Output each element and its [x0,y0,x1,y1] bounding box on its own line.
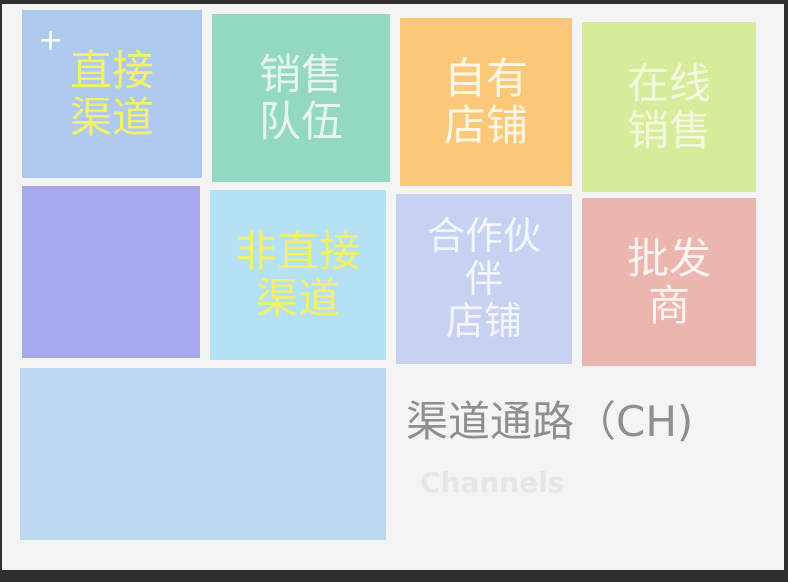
tile-indirect-channel-label: 非直接 渠道 [234,226,361,323]
tile-partner-store-label: 合作伙 伴 店铺 [426,214,541,344]
plus-cursor-icon: + [38,23,64,58]
tile-wholesaler[interactable]: 批发 商 [582,198,756,366]
tile-wide-blank[interactable] [20,368,386,540]
slide-title: 渠道通路（CH) [406,397,694,446]
tile-purple-blank[interactable] [22,186,200,358]
slide-subtitle: Channels [420,466,565,499]
slide-canvas: 直接 渠道 销售 队伍 自有 店铺 在线 销售 非直接 渠道 合作伙 伴 店铺 … [2,4,784,570]
tile-sales-team-label: 销售 队伍 [258,49,343,146]
tile-online-sales[interactable]: 在线 销售 [582,22,756,192]
tile-partner-store[interactable]: 合作伙 伴 店铺 [396,194,572,364]
tile-online-sales-label: 在线 销售 [626,58,711,155]
tile-own-store[interactable]: 自有 店铺 [400,18,572,186]
tile-sales-team[interactable]: 销售 队伍 [212,14,390,182]
tile-own-store-label: 自有 店铺 [443,53,528,150]
tile-direct-channel-label: 直接 渠道 [69,45,154,142]
screen-frame: 直接 渠道 销售 队伍 自有 店铺 在线 销售 非直接 渠道 合作伙 伴 店铺 … [0,0,788,582]
tile-wholesaler-label: 批发 商 [626,233,711,330]
tile-indirect-channel[interactable]: 非直接 渠道 [210,190,386,360]
